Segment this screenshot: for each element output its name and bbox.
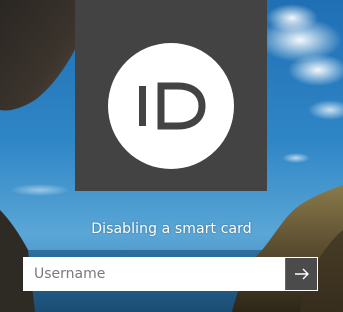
username-field-group — [23, 257, 318, 291]
username-input[interactable] — [25, 259, 285, 289]
avatar — [108, 43, 234, 169]
user-tile — [75, 0, 267, 191]
smart-card-id-icon — [139, 82, 206, 130]
arrow-right-icon — [295, 268, 309, 280]
submit-button[interactable] — [285, 258, 317, 290]
status-message: Disabling a smart card — [91, 221, 252, 237]
